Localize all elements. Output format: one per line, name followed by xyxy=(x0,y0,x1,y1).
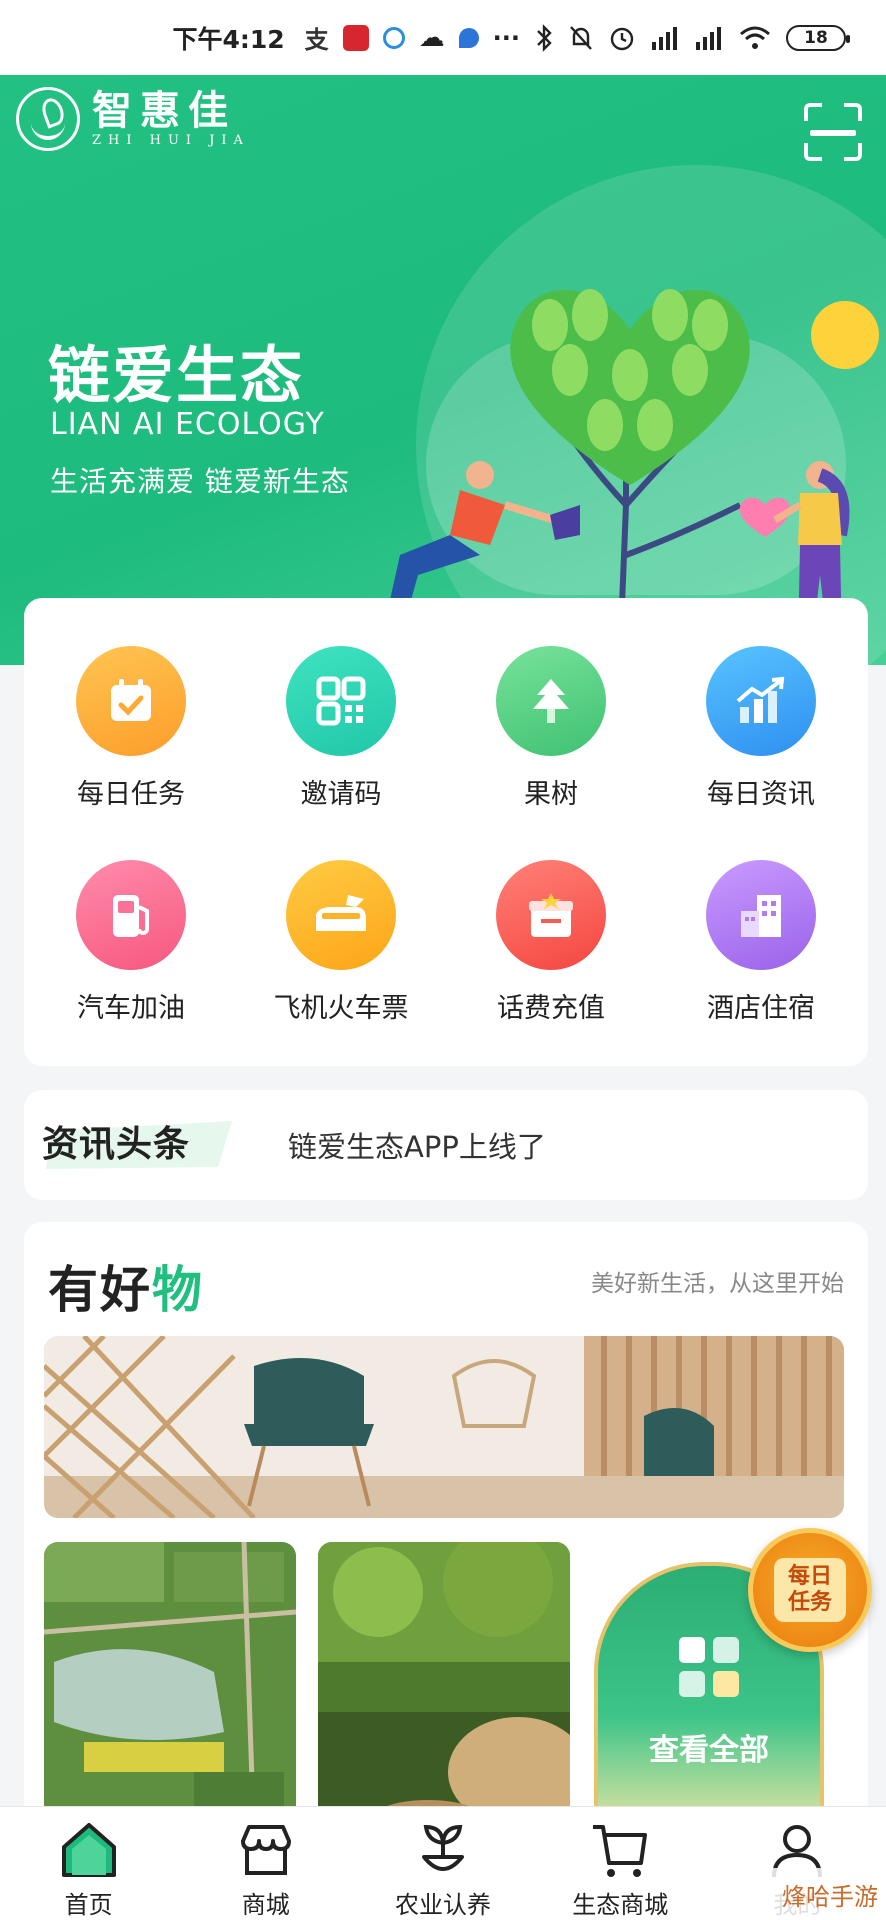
news-tag-label: 资讯头条 xyxy=(42,1124,191,1165)
tab-label: 农业认养 xyxy=(395,1891,491,1919)
banner-slogan: 生活充满爱 链爱新生态 xyxy=(50,465,350,498)
section-title-main: 有好 xyxy=(48,1261,152,1319)
tab-eco-mall[interactable]: 生态商城 xyxy=(532,1807,709,1920)
floating-task-line2: 任务 xyxy=(787,1590,832,1615)
tab-label: 生态商城 xyxy=(572,1891,669,1919)
function-label: 话费充值 xyxy=(497,993,605,1024)
banner-title: 链爱生态 xyxy=(48,339,305,412)
farmland-aerial-image xyxy=(44,1542,296,1842)
ecology-illustration xyxy=(380,289,879,656)
function-label: 果树 xyxy=(524,779,578,810)
app-notification-icon-2 xyxy=(458,27,479,48)
shopping-cart-icon xyxy=(593,1825,648,1877)
function-hotel[interactable]: 酒店住宿 xyxy=(676,860,846,1025)
app-notification-icon xyxy=(342,24,369,51)
battery-level: 18 xyxy=(804,27,828,48)
function-label: 每日资讯 xyxy=(707,779,815,810)
function-fruit-tree[interactable]: 果树 xyxy=(466,646,636,811)
wifi-icon xyxy=(740,26,770,49)
hero-banner[interactable]: 智惠佳 ZHI HUI JIA 链爱生态 LIAN AI ECOLOGY 生活充… xyxy=(0,75,886,665)
tab-store[interactable]: 商城 xyxy=(177,1807,354,1920)
floating-task-label: 每日 任务 xyxy=(774,1558,846,1622)
floating-task-line1: 每日 xyxy=(787,1564,832,1589)
view-all-label: 查看全部 xyxy=(649,1733,769,1768)
logo-bowl-icon xyxy=(16,87,80,151)
farmland-tile[interactable] xyxy=(44,1542,296,1842)
alipay-notification-icon: 支 xyxy=(304,26,329,54)
logo-name-cn: 智惠佳 xyxy=(92,87,236,134)
app-logo: 智惠佳 ZHI HUI JIA xyxy=(16,87,250,151)
function-label: 酒店住宿 xyxy=(707,993,815,1024)
calendar-check-icon xyxy=(76,646,186,756)
browser-notification-icon xyxy=(382,26,405,49)
plant-sprout-icon xyxy=(422,1824,464,1871)
cloud-icon: ☁ xyxy=(418,22,445,53)
section-title-accent: 物 xyxy=(152,1261,204,1319)
function-phone-recharge[interactable]: 话费充值 xyxy=(466,860,636,1025)
scan-frame-corner xyxy=(804,103,822,121)
scan-line xyxy=(810,130,856,136)
function-daily-task[interactable]: 每日任务 xyxy=(46,646,216,811)
scan-frame-corner xyxy=(804,143,822,161)
store-icon xyxy=(240,1825,291,1875)
tab-label: 商城 xyxy=(241,1891,290,1919)
qr-code-icon xyxy=(286,646,396,756)
battery-indicator: 18 xyxy=(786,24,850,51)
news-headline[interactable]: 链爱生态APP上线了 xyxy=(288,1124,546,1166)
function-label: 汽车加油 xyxy=(77,993,185,1024)
function-grid-card: 每日任务 邀请码 果树 每日资讯 汽车加油 飞机火车票 话费充值 酒店住宿 xyxy=(24,598,868,1066)
signal-icon xyxy=(652,26,677,50)
watermark-text: 烽哈手游 xyxy=(782,1882,878,1911)
status-time: 下午4:12 xyxy=(172,24,285,54)
section-subtitle: 美好新生活，从这里开始 xyxy=(591,1271,844,1297)
furniture-scene xyxy=(44,1336,844,1518)
scan-frame-corner xyxy=(844,103,862,121)
grid-apps-icon xyxy=(679,1637,739,1697)
forest-tile[interactable] xyxy=(318,1542,570,1842)
home-icon xyxy=(61,1823,116,1877)
sun-icon xyxy=(811,301,879,369)
mute-bell-icon xyxy=(570,25,592,50)
floating-daily-task-button[interactable]: 每日 任务 xyxy=(748,1528,872,1652)
trend-chart-icon xyxy=(706,646,816,756)
scan-button[interactable] xyxy=(804,103,862,161)
hotel-building-icon xyxy=(706,860,816,970)
function-label: 飞机火车票 xyxy=(273,993,409,1024)
function-daily-news[interactable]: 每日资讯 xyxy=(676,646,846,811)
forest-stream-image xyxy=(318,1542,570,1842)
function-label: 邀请码 xyxy=(300,779,382,810)
fuel-pump-icon xyxy=(76,860,186,970)
news-ticker[interactable]: 资讯头条 链爱生态APP上线了 xyxy=(24,1090,868,1200)
tab-label: 首页 xyxy=(64,1891,113,1919)
function-invite-code[interactable]: 邀请码 xyxy=(256,646,426,811)
app-page: 下午4:12 支 ☁ ··· 18 智惠佳 ZHI HUI JIA 链爱生态 L… xyxy=(0,0,886,1920)
function-flight-train-tickets[interactable]: 飞机火车票 xyxy=(256,860,426,1025)
section-title: 有好物 xyxy=(48,1250,204,1322)
tree-icon xyxy=(496,646,606,756)
signal-icon-2 xyxy=(696,26,721,50)
scan-frame-corner xyxy=(844,143,862,161)
plane-train-icon xyxy=(286,860,396,970)
tab-home[interactable]: 首页 xyxy=(0,1807,177,1920)
logo-text: 智惠佳 ZHI HUI JIA xyxy=(92,89,250,149)
function-car-fuel[interactable]: 汽车加油 xyxy=(46,860,216,1025)
featured-goods-section: 有好物 美好新生活，从这里开始 查看全部 xyxy=(24,1222,868,1842)
bluetooth-icon xyxy=(537,23,552,52)
site-watermark: 烽哈手游 xyxy=(726,1868,886,1920)
more-icon: ··· xyxy=(492,23,520,52)
phone-recharge-icon xyxy=(496,860,606,970)
alarm-icon xyxy=(610,27,634,50)
news-tag: 资讯头条 xyxy=(42,1117,242,1173)
banner-subtitle-en: LIAN AI ECOLOGY xyxy=(50,407,325,442)
function-label: 每日任务 xyxy=(77,779,185,810)
furniture-banner[interactable] xyxy=(44,1336,844,1518)
tab-agri-adopt[interactable]: 农业认养 xyxy=(354,1807,531,1920)
status-bar: 下午4:12 支 ☁ ··· 18 xyxy=(0,0,886,75)
logo-name-en: ZHI HUI JIA xyxy=(92,133,250,148)
